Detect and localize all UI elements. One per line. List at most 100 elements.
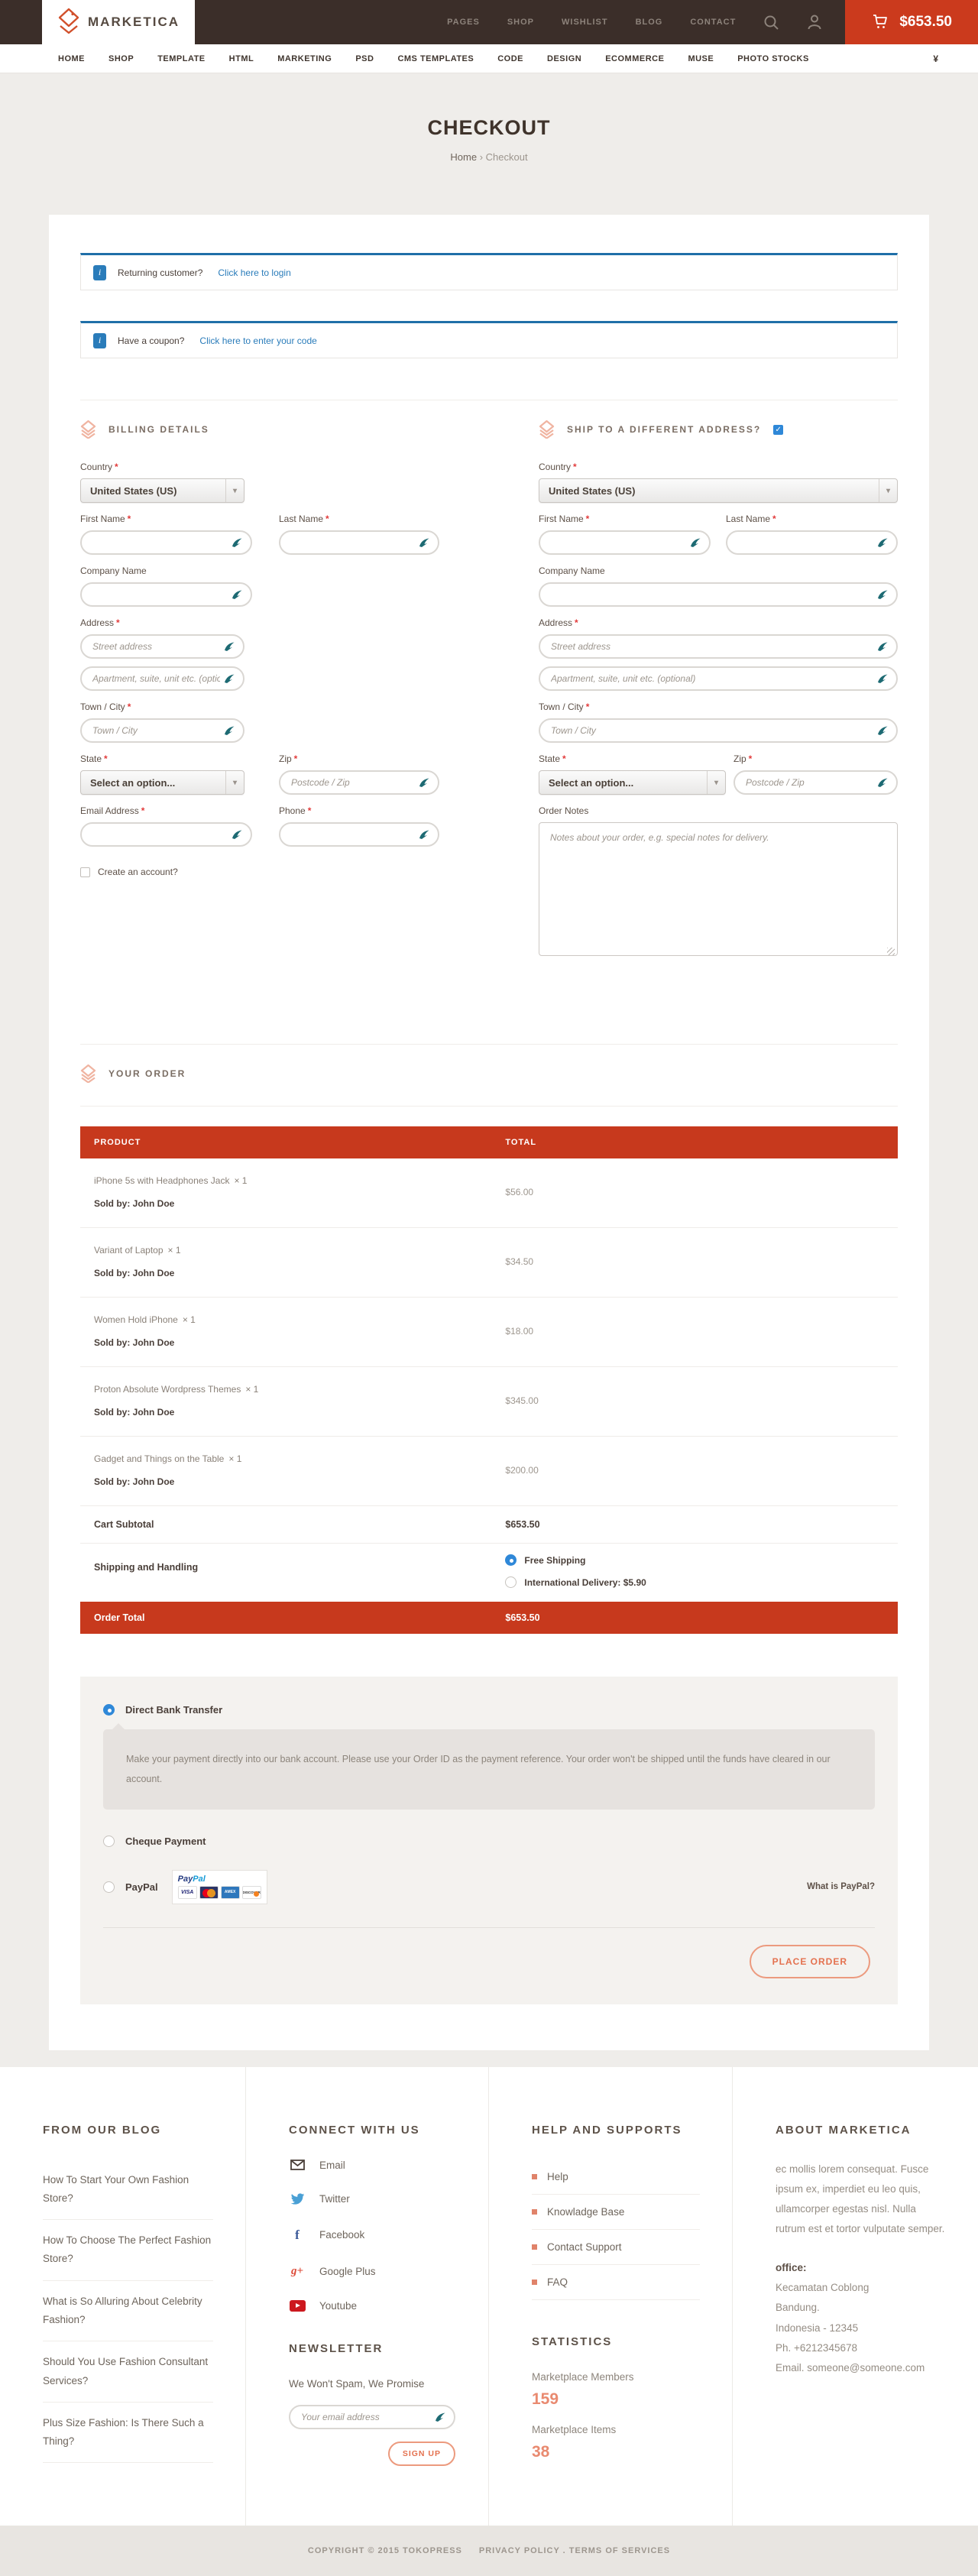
radio-selected[interactable]	[505, 1554, 517, 1566]
logo[interactable]: MARKETICA	[42, 0, 195, 44]
help-link[interactable]: Help	[532, 2160, 700, 2195]
subnav-template[interactable]: TEMPLATE	[157, 54, 205, 63]
sold-by: Sold by: John Doe	[94, 1407, 505, 1418]
statistics-heading: STATISTICS	[532, 2335, 700, 2348]
top-nav-blog[interactable]: BLOG	[636, 18, 663, 27]
breadcrumb: Home › Checkout	[0, 151, 978, 163]
shipping-street-input[interactable]	[551, 641, 873, 652]
subnav-muse[interactable]: MUSE	[688, 54, 714, 63]
billing-zip-input[interactable]	[291, 777, 415, 788]
item-total: $34.50	[505, 1245, 533, 1278]
top-nav-contact[interactable]: CONTACT	[690, 18, 736, 27]
social-link-email[interactable]: Email	[289, 2160, 456, 2171]
subnav-photo-stocks[interactable]: PHOTO STOCKS	[737, 54, 809, 63]
payment-paypal-option[interactable]: PayPal PayPal VISA AMEX DISCOVER What is…	[103, 1870, 875, 1904]
field-label: Last Name*	[279, 514, 439, 524]
sold-by: Sold by: John Doe	[94, 1337, 505, 1348]
radio-unselected[interactable]	[505, 1576, 517, 1588]
create-account-checkbox[interactable]	[80, 867, 90, 877]
billing-last-name-input[interactable]	[291, 537, 415, 548]
billing-phone-input[interactable]	[291, 829, 415, 840]
subnav-marketing[interactable]: MARKETING	[277, 54, 332, 63]
subnav-code[interactable]: CODE	[497, 54, 523, 63]
billing-last-name-field: Last Name*	[279, 514, 439, 555]
billing-street-input[interactable]	[92, 641, 220, 652]
billing-apartment-input[interactable]	[92, 673, 220, 684]
billing-state-select[interactable]: Select an option...	[80, 770, 244, 795]
radio-unselected[interactable]	[103, 1836, 115, 1847]
shipping-option-international[interactable]: International Delivery: $5.90	[505, 1576, 646, 1588]
shipping-state-select[interactable]: Select an option...	[539, 770, 726, 795]
ship-different-checkbox[interactable]	[773, 425, 783, 435]
billing-first-name-input[interactable]	[92, 537, 228, 548]
subnav-design[interactable]: DESIGN	[547, 54, 581, 63]
top-nav-pages[interactable]: PAGES	[447, 18, 480, 27]
subnav-shop[interactable]: SHOP	[108, 54, 134, 63]
shipping-zip-input[interactable]	[746, 777, 873, 788]
shipping-first-name-input[interactable]	[551, 537, 686, 548]
shipping-option-free[interactable]: Free Shipping	[505, 1554, 646, 1566]
social-link-youtube[interactable]: Youtube	[289, 2300, 456, 2312]
cart-button[interactable]: $653.50	[845, 0, 978, 44]
social-link-facebook[interactable]: Facebook	[289, 2228, 456, 2243]
user-icon[interactable]	[807, 14, 822, 31]
shipping-town-input[interactable]	[551, 725, 873, 736]
radio-unselected[interactable]	[103, 1881, 115, 1893]
blog-post-link[interactable]: How To Start Your Own Fashion Store?	[43, 2160, 213, 2221]
billing-town-input[interactable]	[92, 725, 220, 736]
coupon-link[interactable]: Click here to enter your code	[199, 335, 316, 346]
copyright-bar: COPYRIGHT © 2015 TOKOPRESS PRIVACY POLIC…	[0, 2526, 978, 2576]
field-label: Country*	[539, 462, 898, 472]
signup-button[interactable]: SIGN UP	[388, 2442, 455, 2466]
subnav-cms-templates[interactable]: CMS TEMPLATES	[397, 54, 474, 63]
subnav-psd[interactable]: PSD	[355, 54, 374, 63]
top-nav-shop[interactable]: SHOP	[507, 18, 534, 27]
subnav-home[interactable]: HOME	[58, 54, 85, 63]
payment-bank-option[interactable]: Direct Bank Transfer	[103, 1704, 875, 1716]
social-link-twitter[interactable]: Twitter	[289, 2193, 456, 2205]
billing-zip-field: Zip*	[279, 753, 439, 795]
billing-country-select[interactable]: United States (US)	[80, 478, 244, 503]
blog-post-link[interactable]: How To Choose The Perfect Fashion Store?	[43, 2220, 213, 2281]
order-notes-textarea[interactable]	[539, 822, 898, 956]
search-icon[interactable]	[763, 15, 779, 31]
help-link[interactable]: Knowladge Base	[532, 2195, 700, 2230]
shipping-company-input[interactable]	[551, 589, 873, 600]
top-nav-wishlist[interactable]: WISHLIST	[562, 18, 608, 27]
autofill-icon	[232, 829, 244, 840]
blog-post-link[interactable]: Plus Size Fashion: Is There Such a Thing…	[43, 2403, 213, 2464]
what-is-paypal-link[interactable]: What is PayPal?	[807, 1882, 875, 1891]
currency-switcher[interactable]: ¥	[933, 53, 938, 64]
mastercard-icon	[199, 1886, 219, 1899]
place-order-button[interactable]: PLACE ORDER	[750, 1945, 870, 1978]
about-text: ec mollis lorem consequat. Fusce ipsum e…	[776, 2160, 946, 2240]
checkout-forms: BILLING DETAILS Country* United States (…	[80, 400, 898, 970]
radio-selected[interactable]	[103, 1704, 115, 1716]
billing-column: BILLING DETAILS Country* United States (…	[80, 400, 439, 970]
help-link[interactable]: Contact Support	[532, 2230, 700, 2265]
paypal-logo: PayPal	[178, 1874, 261, 1884]
info-icon: i	[93, 333, 106, 348]
newsletter-email-input[interactable]	[301, 2412, 431, 2422]
social-link-google-plus[interactable]: Google Plus	[289, 2265, 456, 2278]
payment-cheque-option[interactable]: Cheque Payment	[103, 1836, 875, 1847]
shipping-apartment-input[interactable]	[551, 673, 873, 684]
breadcrumb-home[interactable]: Home	[450, 151, 477, 163]
login-link[interactable]: Click here to login	[218, 267, 290, 278]
footer-legal-links[interactable]: PRIVACY POLICY . TERMS OF SERVICES	[479, 2546, 670, 2555]
billing-company-input[interactable]	[92, 589, 228, 600]
item-total: $56.00	[505, 1175, 533, 1209]
product-name: Proton Absolute Wordpress Themes× 1	[94, 1384, 505, 1395]
blog-post-link[interactable]: What is So Alluring About Celebrity Fash…	[43, 2281, 213, 2342]
shipping-state-field: State* Select an option...	[539, 753, 726, 795]
footer-help-column: HELP AND SUPPORTS Help Knowladge Base Co…	[489, 2067, 733, 2526]
layers-icon	[80, 1064, 96, 1083]
subnav-ecommerce[interactable]: ECOMMERCE	[605, 54, 664, 63]
shipping-last-name-input[interactable]	[738, 537, 873, 548]
billing-email-input[interactable]	[92, 829, 228, 840]
stat-label: Marketplace Items	[532, 2424, 700, 2435]
blog-post-link[interactable]: Should You Use Fashion Consultant Servic…	[43, 2341, 213, 2403]
shipping-country-select[interactable]: United States (US)	[539, 478, 898, 503]
subnav-html[interactable]: HTML	[229, 54, 254, 63]
help-link[interactable]: FAQ	[532, 2265, 700, 2300]
